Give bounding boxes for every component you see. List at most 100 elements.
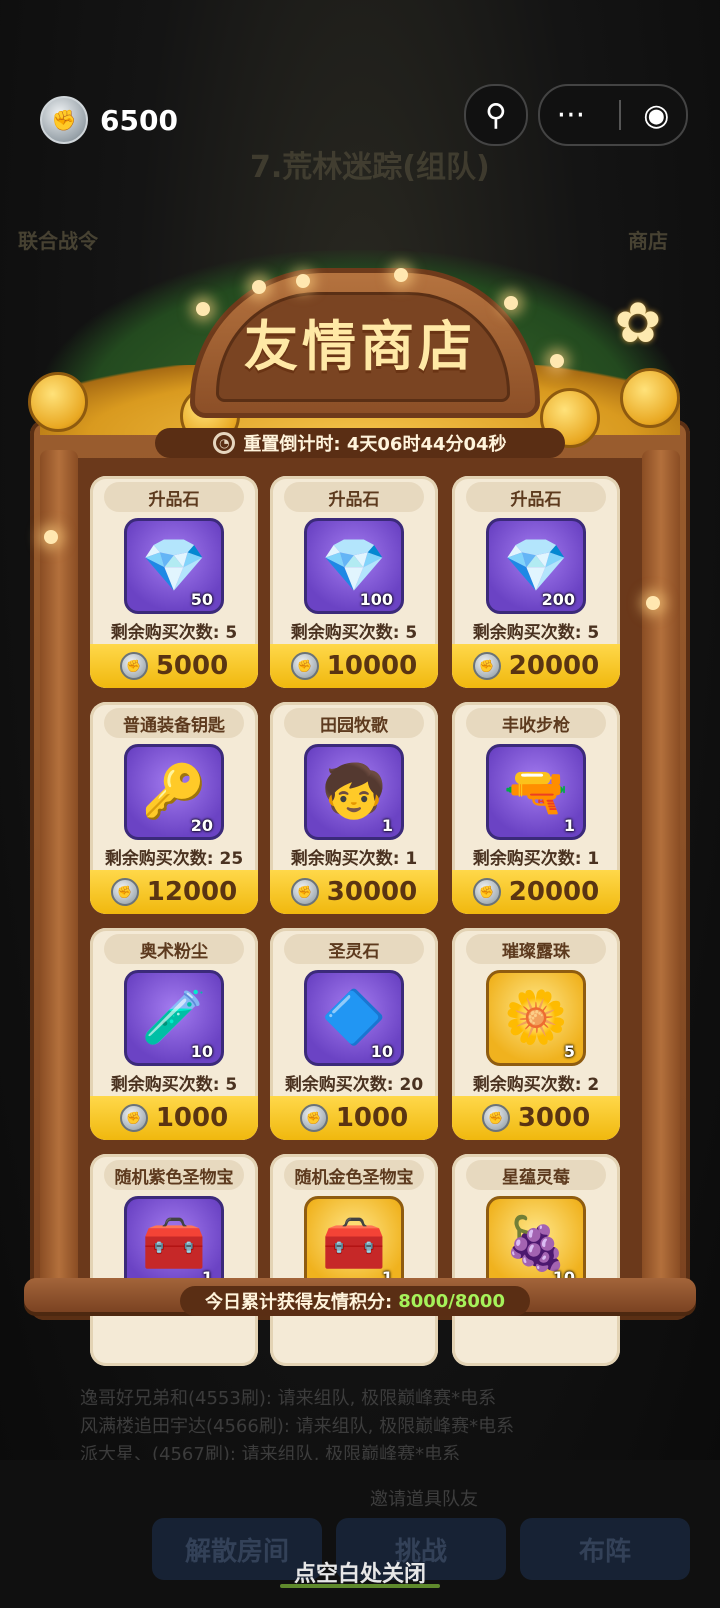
item-price: 12000 — [146, 877, 238, 907]
item-name: 随机金色圣物宝 — [284, 1160, 424, 1190]
upgrade-stone-icon: 💎 — [503, 536, 569, 596]
friendship-coin-icon: ✊ — [290, 878, 319, 906]
remaining-purchases: 剩余购买次数: 5 — [472, 623, 600, 643]
shop-item-card[interactable]: 星蕴灵莓🍇10 — [452, 1154, 620, 1366]
item-price: 20000 — [508, 651, 600, 681]
item-price: 10000 — [326, 651, 418, 681]
item-count: 1 — [381, 816, 393, 835]
buy-button[interactable]: ✊ 20000 — [452, 870, 620, 914]
item-price: 1000 — [155, 1103, 229, 1133]
item-icon-box: 🔑 20 — [124, 744, 224, 840]
lamp-light — [550, 354, 564, 368]
item-count: 1 — [563, 816, 575, 835]
person-pin-icon: ⚲ — [485, 97, 507, 133]
lamp-light — [504, 296, 518, 310]
shop-item-card[interactable]: 升品石 💎 200 剩余购买次数: 5 ✊ 20000 — [452, 476, 620, 688]
item-name: 丰收步枪 — [466, 708, 606, 738]
remaining-purchases: 剩余购买次数: 1 — [290, 849, 418, 869]
item-icon-box: 🧪 10 — [124, 970, 224, 1066]
lamp-light — [646, 596, 660, 610]
friendship-coin-icon: ✊ — [119, 652, 148, 680]
remaining-purchases: 剩余购买次数: 5 — [290, 623, 418, 643]
remaining-purchases: 剩余购买次数: 2 — [472, 1075, 600, 1095]
item-name: 随机紫色圣物宝 — [104, 1160, 244, 1190]
divider — [619, 100, 622, 130]
target-circle-icon[interactable]: ◉ — [643, 98, 669, 133]
item-name: 奥术粉尘 — [104, 934, 244, 964]
item-icon-box: 🔷 10 — [304, 970, 404, 1066]
stage-title: 7.荒林迷踪(组队) — [250, 150, 490, 185]
item-icon-box: 💎 200 — [486, 518, 586, 614]
battle-pass-label: 联合战令 — [18, 229, 98, 253]
currency-value: 6500 — [100, 103, 178, 137]
item-icon-box: 💎 50 — [124, 518, 224, 614]
friendship-coin-icon: ✊ — [472, 652, 501, 680]
buy-button[interactable]: ✊ 30000 — [270, 870, 438, 914]
item-price: 1000 — [335, 1103, 409, 1133]
reset-timer-text: 重置倒计时: 4天06时44分04秒 — [243, 434, 507, 455]
upgrade-stone-icon: 💎 — [141, 536, 207, 596]
item-name: 璀璨露珠 — [466, 934, 606, 964]
item-price: 30000 — [326, 877, 418, 907]
close-hint-underline — [280, 1584, 440, 1588]
item-name: 普通装备钥匙 — [104, 708, 244, 738]
buy-button[interactable]: ✊ 3000 — [452, 1096, 620, 1140]
buy-button[interactable]: ✊ 1000 — [270, 1096, 438, 1140]
shop-item-card[interactable]: 升品石 💎 50 剩余购买次数: 5 ✊ 5000 — [90, 476, 258, 688]
item-count: 10 — [370, 1042, 393, 1061]
currency-display: ✊ 6500 — [40, 96, 178, 144]
item-name: 圣灵石 — [284, 934, 424, 964]
shop-item-card[interactable]: 丰收步枪 🔫 1 剩余购买次数: 1 ✊ 20000 — [452, 702, 620, 914]
item-icon-box: 🌼 5 — [486, 970, 586, 1066]
buy-button[interactable]: ✊ 1000 — [90, 1096, 258, 1140]
shop-item-card[interactable]: 奥术粉尘 🧪 10 剩余购买次数: 5 ✊ 1000 — [90, 928, 258, 1140]
friendship-coin-icon: ✊ — [481, 1104, 510, 1132]
friendship-coin-icon: ✊ — [110, 878, 139, 906]
friendship-coin-icon: ✊ — [40, 96, 88, 144]
friendship-coin-icon: ✊ — [290, 652, 319, 680]
spirit-stone-icon: 🔷 — [321, 988, 387, 1048]
buy-button[interactable]: ✊ 12000 — [90, 870, 258, 914]
star-berry-icon: 🍇 — [503, 1214, 569, 1274]
item-name: 田园牧歌 — [284, 708, 424, 738]
shop-title: 友情商店 — [244, 315, 476, 378]
item-name: 升品石 — [466, 482, 606, 512]
item-count: 20 — [190, 816, 213, 835]
daily-points-bar: 今日累计获得友情积分: 8000/8000 — [180, 1286, 530, 1316]
store-label: 商店 — [628, 229, 668, 253]
buy-button[interactable]: ✊ 20000 — [452, 644, 620, 688]
item-name: 升品石 — [104, 482, 244, 512]
item-name: 升品石 — [284, 482, 424, 512]
lamp-light — [196, 302, 210, 316]
shop-item-card[interactable]: 升品石 💎 100 剩余购买次数: 5 ✊ 10000 — [270, 476, 438, 688]
remaining-purchases: 剩余购买次数: 1 — [472, 849, 600, 869]
shop-item-card[interactable]: 圣灵石 🔷 10 剩余购买次数: 20 ✊ 1000 — [270, 928, 438, 1140]
close-button[interactable]: ✿ — [610, 291, 666, 356]
shop-item-card[interactable]: 随机金色圣物宝🧰1 — [270, 1154, 438, 1366]
buy-button[interactable]: ✊ 5000 — [90, 644, 258, 688]
character-skin-icon: 🧒 — [321, 762, 387, 822]
profile-button[interactable]: ⚲ — [464, 84, 528, 146]
buy-button[interactable]: ✊ 10000 — [270, 644, 438, 688]
dewdrop-flower-icon: 🌼 — [503, 988, 569, 1048]
remaining-purchases: 剩余购买次数: 20 — [284, 1075, 424, 1095]
chat-line: 风满楼追田宇达(4566刷): 请来组队, 极限巅峰赛*电系 — [80, 1416, 515, 1437]
gold-coin-icon — [620, 368, 680, 428]
item-count: 10 — [190, 1042, 213, 1061]
more-dots-icon[interactable]: ··· — [557, 98, 586, 133]
shop-item-card[interactable]: 璀璨露珠 🌼 5 剩余购买次数: 2 ✊ 3000 — [452, 928, 620, 1140]
shop-item-card[interactable]: 普通装备钥匙 🔑 20 剩余购买次数: 25 ✊ 12000 — [90, 702, 258, 914]
chat-log: 逸哥好兄弟和(4553刷): 请来组队, 极限巅峰赛*电系 风满楼追田宇达(45… — [80, 1385, 600, 1469]
capsule-menu[interactable]: ··· ◉ — [538, 84, 688, 146]
lamp-light — [394, 268, 408, 282]
clock-icon: ◔ — [213, 432, 236, 454]
right-pillar — [642, 450, 680, 1290]
item-count: 200 — [541, 590, 575, 609]
gold-coin-icon — [28, 372, 88, 432]
shop-item-card[interactable]: 随机紫色圣物宝🧰1 — [90, 1154, 258, 1366]
item-icon-box: 🧒 1 — [304, 744, 404, 840]
remaining-purchases: 剩余购买次数: 5 — [110, 1075, 238, 1095]
item-count: 5 — [563, 1042, 575, 1061]
item-name: 星蕴灵莓 — [466, 1160, 606, 1190]
shop-item-card[interactable]: 田园牧歌 🧒 1 剩余购买次数: 1 ✊ 30000 — [270, 702, 438, 914]
